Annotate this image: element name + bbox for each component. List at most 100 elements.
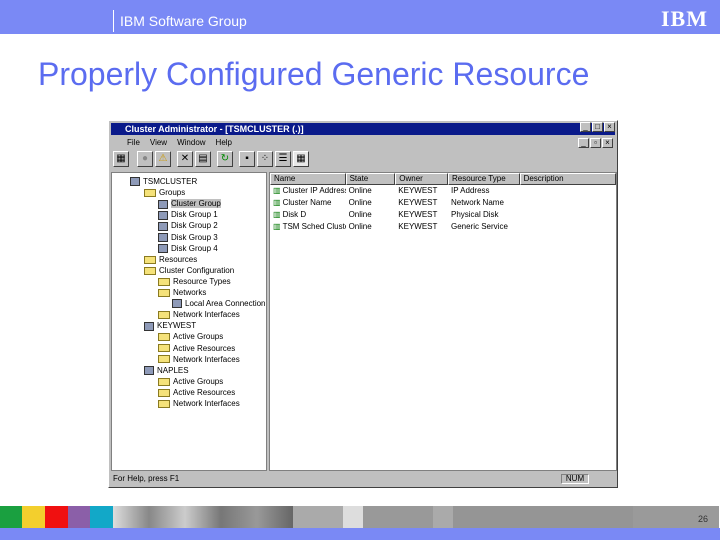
tree-item[interactable]: Active Groups [158,331,223,342]
column-header[interactable]: Owner [395,173,448,185]
cell [520,185,616,197]
table-cell: Online [348,222,372,231]
bring-online-icon[interactable]: ● [137,151,153,167]
mdi-minimize-button[interactable]: _ [578,138,589,148]
table-row[interactable]: ▥TSM Sched Cluster GroupOnline KEYWEST Gen… [270,221,616,233]
folder-icon [158,277,170,286]
cell: Physical Disk [448,209,520,221]
table-cell: Physical Disk [450,210,499,219]
open-connection-icon[interactable]: ▦ [113,151,129,167]
cell [520,221,616,233]
tree-item[interactable]: Network Interfaces [158,354,240,365]
folder-icon [144,188,156,197]
tree-item-label: Cluster Group [171,199,221,209]
tree-item[interactable]: Groups [144,187,185,198]
group-icon [158,199,168,209]
tree-item-label: Resource Types [173,276,231,286]
tree-item[interactable]: Network Interfaces [158,398,240,409]
cell: Network Name [448,197,520,209]
node-icon [144,321,154,331]
tree-item[interactable]: Resources [144,254,197,265]
group-icon [158,232,168,242]
resource-icon: ▥ [273,198,281,207]
tree-item[interactable]: Disk Group 3 [158,232,218,243]
properties-icon[interactable]: ▤ [195,151,211,167]
cluster-admin-window: Cluster Administrator - [TSMCLUSTER (.)]… [108,120,618,488]
table-cell: Network Name [450,198,504,207]
column-header[interactable]: Name [270,173,346,185]
tree-item[interactable]: Cluster Configuration [144,265,234,276]
mdi-restore-button[interactable]: ▫ [590,138,601,148]
details-icon[interactable]: ▦ [293,151,309,167]
menu-bar: File View Window Help [111,136,615,149]
group-icon [158,210,168,220]
tree-item-label: Active Groups [173,332,224,342]
tree-item-label: KEYWEST [157,321,197,331]
cell: Online [346,197,396,209]
table-cell: IP Address [450,186,490,195]
tree-item[interactable]: KEYWEST [144,320,196,331]
tree-pane[interactable]: TSMCLUSTER Groups Cluster Group Disk Group … [111,172,267,471]
resource-icon: ▥ [273,186,281,195]
menu-view[interactable]: View [150,136,167,149]
menu-window[interactable]: Window [177,136,205,149]
folder-icon [158,311,170,320]
mdi-close-button[interactable]: × [602,138,613,148]
column-header[interactable]: Description [519,173,616,185]
tree-item[interactable]: Networks [158,287,206,298]
node-icon [144,366,154,376]
table-row[interactable]: ▥ Disk D Online KEYWEST Physical Disk [270,209,616,221]
menu-file[interactable]: File [127,136,140,149]
take-offline-icon[interactable]: ⚠ [155,151,171,167]
tree-item-label: Network Interfaces [173,310,240,320]
tree-item-label: Network Interfaces [173,399,240,408]
tree-item-label: Local Area Connection [185,299,266,309]
tree-item[interactable]: Local Area Connection [172,298,266,309]
refresh-icon[interactable]: ↻ [217,151,233,167]
tree-item[interactable]: Active Resources [158,343,235,354]
tree-item[interactable]: TSMCLUSTER [130,176,197,187]
menu-help[interactable]: Help [216,136,232,149]
folder-icon [144,266,156,275]
table-cell: KEYWEST [398,186,438,195]
footer-band [0,528,720,540]
column-header[interactable]: State [345,173,396,185]
cell: KEYWEST [395,197,448,209]
tree-item[interactable]: Active Resources [158,387,235,398]
tree-item[interactable]: NAPLES [144,365,189,376]
resource-list[interactable]: Name State Owner Resource Type Description ▥… [269,172,617,471]
cell: Online [346,209,396,221]
cell: IP Address [448,185,520,197]
tree-item[interactable]: Resource Types [158,276,231,287]
page-number: 26 [697,514,708,524]
tree-item[interactable]: Disk Group 4 [158,243,218,254]
maximize-button[interactable]: □ [592,122,603,132]
tree-item-label: Resources [159,254,198,264]
title-buttons: _ □ × [580,122,615,132]
table-row[interactable]: ▥ Cluster Name Online KEYWEST Network Name [270,197,616,209]
tree-item-label: Active Groups [173,376,224,386]
delete-icon[interactable]: ✕ [177,151,193,167]
cell [520,197,616,209]
tree-item[interactable]: Disk Group 1 [158,209,218,220]
small-icons-icon[interactable]: ⁘ [257,151,273,167]
cell: Online [346,185,396,197]
resource-icon: ▥ [273,210,281,219]
column-headers: Name State Owner Resource Type Description [270,173,616,185]
large-icons-icon[interactable]: ▪ [239,151,255,167]
table-cell: KEYWEST [398,198,438,207]
table-row[interactable]: ▥ Cluster IP Address Online KEYWEST IP Addre… [270,185,616,197]
column-header[interactable]: Resource Type [447,173,520,185]
tree-item-label: Active Resources [173,343,236,353]
tree-item[interactable]: Network Interfaces [158,309,240,320]
tree-item[interactable]: Cluster Group [158,198,221,209]
tree-item[interactable]: Disk Group 2 [158,220,218,231]
mdi-buttons: _ ▫ × [578,138,613,148]
cell: KEYWEST [395,185,448,197]
close-button[interactable]: × [604,122,615,132]
folder-icon [144,255,156,264]
tree-item[interactable]: Active Groups [158,376,223,387]
network-icon [172,299,182,309]
minimize-button[interactable]: _ [580,122,591,132]
list-icon[interactable]: ☰ [275,151,291,167]
